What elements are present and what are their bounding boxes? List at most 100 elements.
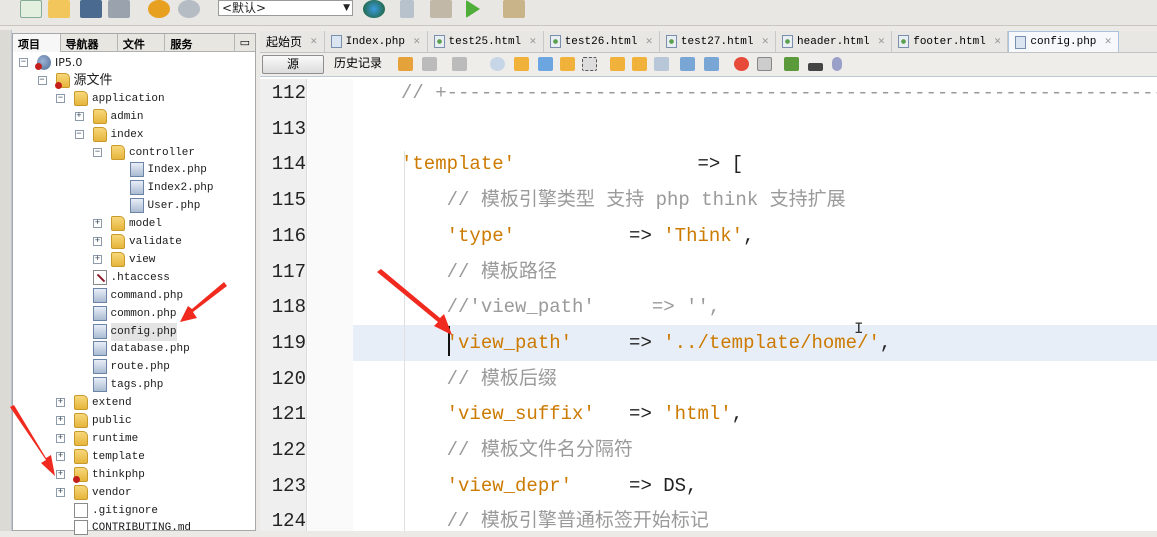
collapse-icon[interactable]: − — [74, 129, 84, 139]
expand-icon[interactable]: + — [93, 219, 102, 229]
expand-icon[interactable]: + — [56, 451, 65, 461]
editor-tab[interactable]: footer.html ✕ — [892, 31, 1009, 52]
new-project-icon[interactable] — [48, 0, 70, 18]
toggle-bookmark-icon[interactable] — [654, 57, 669, 71]
tree-item[interactable]: + thinkphp — [13, 466, 253, 484]
tree-item[interactable]: tags.php — [13, 376, 253, 394]
select-rectangle-icon[interactable] — [582, 57, 597, 71]
tree-item[interactable]: + validate — [13, 233, 253, 251]
expand-icon[interactable]: + — [56, 487, 65, 497]
tree-item[interactable]: database.php — [13, 340, 253, 358]
tree-item[interactable]: − application — [13, 90, 253, 108]
editor-tab[interactable]: config.php ✕ — [1008, 31, 1119, 52]
tree-item[interactable]: + admin — [13, 108, 253, 126]
run-icon[interactable] — [466, 0, 480, 18]
tree-item[interactable]: + vendor — [13, 484, 253, 502]
source-view-button[interactable]: 源 — [262, 55, 324, 74]
uncomment-icon[interactable] — [808, 63, 823, 71]
tree-item[interactable]: + public — [13, 412, 253, 430]
redo-icon[interactable] — [178, 0, 200, 18]
code-editor[interactable]: 112 // +---------------------------------… — [260, 79, 1157, 531]
expand-icon[interactable]: + — [56, 398, 65, 408]
open-project-icon[interactable] — [80, 0, 102, 18]
tree-item[interactable]: + runtime — [13, 430, 253, 448]
toggle-highlight-icon[interactable] — [560, 57, 575, 71]
minimize-panel-button[interactable]: ▭ — [235, 34, 255, 52]
tree-item[interactable]: + extend — [13, 394, 253, 412]
last-edit-icon[interactable] — [398, 57, 413, 71]
editor-tab[interactable]: test25.html ✕ — [428, 31, 544, 52]
tree-item[interactable]: common.php — [13, 305, 253, 323]
collapse-icon[interactable]: − — [56, 93, 65, 103]
close-tab-icon[interactable]: ✕ — [994, 37, 1002, 47]
tree-item[interactable]: − controller — [13, 144, 253, 162]
expand-icon[interactable]: + — [93, 254, 102, 264]
editor-tab[interactable]: test26.html ✕ — [544, 31, 660, 52]
shift-right-icon[interactable] — [704, 57, 719, 71]
configuration-select[interactable]: <默认> ▼ — [218, 0, 353, 16]
save-all-icon[interactable] — [108, 0, 130, 18]
tree-item[interactable]: + view — [13, 251, 253, 269]
tree-item[interactable]: + template — [13, 448, 253, 466]
tab-services[interactable]: 服务 — [165, 34, 235, 52]
expand-icon[interactable]: + — [93, 237, 102, 246]
close-tab-icon[interactable]: ✕ — [529, 37, 537, 47]
tree-item[interactable]: Index2.php — [13, 179, 253, 197]
record-macro-icon[interactable] — [734, 57, 749, 71]
tree-item[interactable]: − index — [13, 126, 253, 144]
code-line: 115 // 模板引擎类型 支持 php think 支持扩展 — [260, 182, 1157, 218]
expand-icon[interactable]: + — [56, 416, 65, 425]
back-icon[interactable] — [422, 57, 437, 71]
collapse-icon[interactable]: − — [19, 58, 28, 67]
close-tab-icon[interactable]: ✕ — [310, 37, 318, 47]
tab-navigator[interactable]: 导航器 — [61, 34, 118, 52]
tree-item[interactable]: User.php — [13, 197, 253, 215]
tree-item[interactable]: − IP5.0 — [13, 54, 253, 72]
close-tab-icon[interactable]: ✕ — [878, 37, 886, 47]
clean-build-icon[interactable] — [430, 0, 452, 18]
find-previous-icon[interactable] — [514, 57, 529, 71]
new-file-icon[interactable] — [20, 0, 42, 18]
close-tab-icon[interactable]: ✕ — [762, 37, 770, 47]
close-tab-icon[interactable]: ✕ — [413, 37, 421, 47]
debug-icon[interactable] — [503, 0, 525, 18]
expand-icon[interactable]: + — [74, 111, 84, 121]
close-tab-icon[interactable]: ✕ — [645, 37, 653, 47]
tree-item[interactable]: .htaccess — [13, 269, 253, 287]
forward-icon[interactable] — [452, 57, 467, 71]
tree-item[interactable]: CONTRIBUTING.md — [13, 519, 253, 537]
stop-macro-icon[interactable] — [757, 57, 772, 71]
next-bookmark-icon[interactable] — [632, 57, 647, 71]
tab-files[interactable]: 文件 — [118, 34, 166, 52]
find-icon[interactable] — [490, 57, 505, 71]
find-next-icon[interactable] — [538, 57, 553, 71]
tree-item[interactable]: route.php — [13, 358, 253, 376]
tree-item[interactable]: − 源文件 — [13, 72, 253, 90]
expand-icon[interactable]: + — [56, 469, 65, 479]
comment-icon[interactable] — [784, 57, 799, 71]
expand-icon[interactable]: + — [56, 433, 65, 443]
browser-globe-icon[interactable] — [363, 0, 385, 18]
shift-left-icon[interactable] — [680, 57, 695, 71]
collapse-icon[interactable]: − — [37, 75, 47, 85]
tree-item[interactable]: config.php — [13, 322, 253, 341]
code-token: , — [731, 403, 744, 426]
editor-tab[interactable]: 起始页 ✕ — [260, 31, 325, 52]
close-tab-icon[interactable]: ✕ — [1104, 37, 1112, 47]
tree-item[interactable]: .gitignore — [13, 502, 253, 520]
editor-tab[interactable]: header.html ✕ — [776, 31, 893, 52]
undo-icon[interactable] — [148, 0, 170, 18]
database-icon[interactable] — [832, 57, 842, 71]
editor-tab[interactable]: test27.html ✕ — [660, 31, 777, 52]
editor-tab[interactable]: Index.php ✕ — [325, 31, 428, 52]
build-hammer-icon[interactable] — [400, 0, 414, 18]
tree-item[interactable]: Index.php — [13, 161, 253, 179]
history-view-button[interactable]: 历史记录 — [330, 55, 386, 74]
tree-item[interactable]: + model — [13, 215, 253, 233]
collapse-icon[interactable]: − — [93, 147, 102, 157]
tree-item[interactable]: command.php — [13, 287, 253, 305]
tab-projects[interactable]: 项目 — [13, 34, 61, 52]
prev-bookmark-icon[interactable] — [610, 57, 625, 71]
code-string: 'view_depr' — [446, 474, 573, 497]
folder-icon — [74, 90, 88, 106]
